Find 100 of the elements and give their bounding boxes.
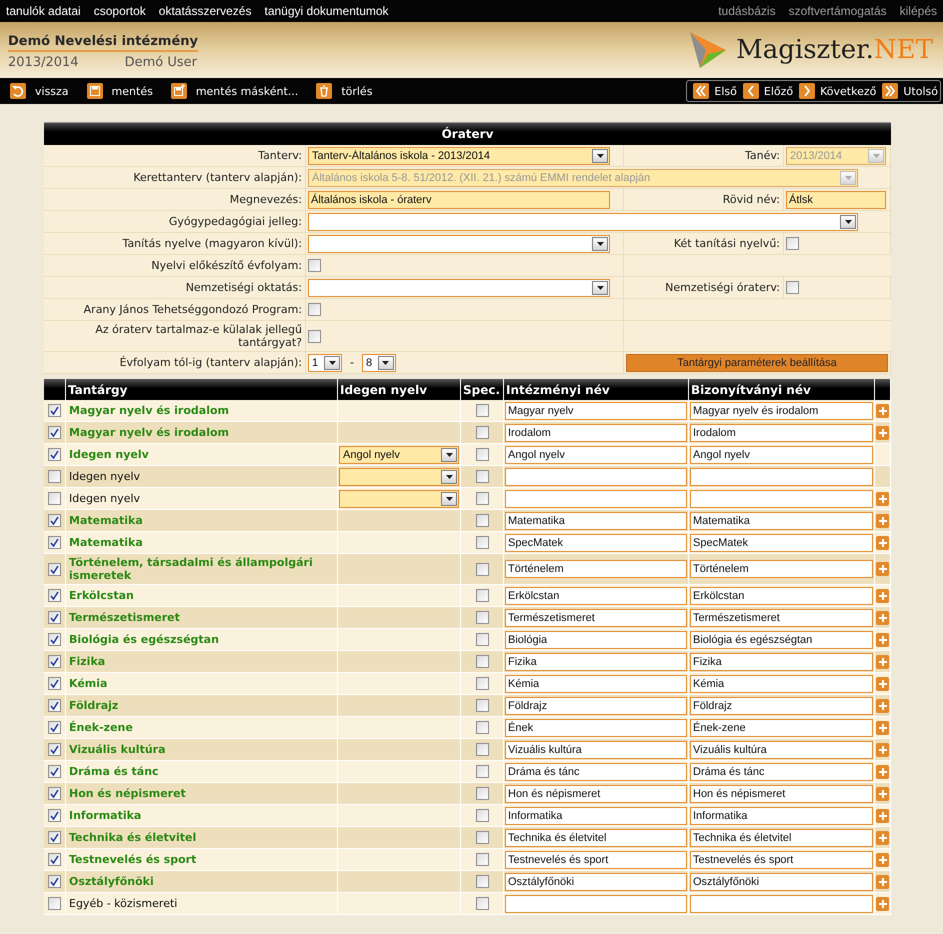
input-field[interactable]: Erkölcstan [690,586,873,604]
checkbox[interactable] [48,492,61,505]
checkbox[interactable] [48,655,61,668]
input-field[interactable]: Általános iskola - óraterv [308,190,610,208]
add-button[interactable] [876,720,889,734]
input-field[interactable]: Természetismeret [690,608,873,626]
checkbox[interactable] [476,721,488,734]
checkbox[interactable] [476,448,488,461]
nav-link[interactable]: oktatásszervezés [158,4,252,18]
input-field[interactable]: Magyar nyelv és irodalom [690,402,873,420]
checkbox[interactable] [786,237,799,250]
checkbox[interactable] [308,303,321,316]
checkbox[interactable] [48,562,61,576]
pager-button[interactable]: Következő [799,83,876,99]
add-button[interactable] [876,698,889,712]
pager-button[interactable]: Utolsó [882,83,938,99]
input-field[interactable] [505,468,687,486]
checkbox[interactable] [476,470,488,483]
checkbox[interactable] [48,448,61,461]
add-button[interactable] [876,654,889,668]
add-button[interactable] [876,896,889,910]
checkbox[interactable] [476,426,488,439]
add-button[interactable] [876,588,889,602]
checkbox[interactable] [476,831,488,844]
checkbox[interactable] [476,677,488,690]
input-field[interactable] [690,468,873,486]
nav-link[interactable]: csoportok [94,4,146,18]
input-field[interactable]: Hon és népismeret [505,784,687,802]
input-field[interactable]: Történelem [505,560,687,578]
input-field[interactable] [505,490,687,508]
input-field[interactable]: Osztályfőnöki [690,872,873,890]
input-field[interactable] [690,490,873,508]
add-button[interactable] [876,852,889,866]
add-button[interactable] [876,610,889,624]
checkbox[interactable] [48,809,61,822]
add-button[interactable] [876,562,889,576]
toolbar-button[interactable]: mentés [86,83,153,99]
nav-link[interactable]: tanügyi dokumentumok [264,4,389,18]
input-field[interactable] [690,894,873,912]
checkbox[interactable] [48,721,61,734]
toolbar-button[interactable]: mentés másként... [170,83,298,99]
pager-button[interactable]: Első [693,83,737,99]
add-button[interactable] [876,764,889,778]
dropdown[interactable] [308,234,610,252]
input-field[interactable]: Magyar nyelv [505,402,687,420]
checkbox[interactable] [476,562,488,576]
checkbox[interactable] [308,330,321,342]
checkbox[interactable] [476,514,488,527]
input-field[interactable]: SpecMatek [505,534,687,552]
checkbox[interactable] [476,492,488,505]
input-field[interactable]: Kémia [690,674,873,692]
pager-button[interactable]: Előző [742,83,794,99]
checkbox[interactable] [48,589,61,602]
checkbox[interactable] [48,426,61,439]
input-field[interactable]: Földrajz [690,696,873,714]
checkbox[interactable] [48,611,61,624]
input-field[interactable]: Irodalom [690,424,873,442]
dropdown[interactable]: Angol nyelv [339,446,459,464]
input-field[interactable]: Testnevelés és sport [690,850,873,868]
toolbar-button[interactable]: törlés [316,83,372,99]
checkbox[interactable] [476,787,488,800]
input-field[interactable]: Kémia [505,674,687,692]
input-field[interactable]: Testnevelés és sport [505,850,687,868]
input-field[interactable]: Vizuális kultúra [505,740,687,758]
dropdown[interactable] [308,212,858,230]
input-field[interactable]: Irodalom [505,424,687,442]
input-field[interactable]: Dráma és tánc [505,762,687,780]
input-field[interactable]: Ének [505,718,687,736]
toolbar-button[interactable]: vissza [10,83,69,99]
checkbox[interactable] [476,699,488,712]
add-button[interactable] [876,514,889,528]
checkbox[interactable] [308,259,321,272]
checkbox[interactable] [476,765,488,778]
input-field[interactable]: Matematika [505,512,687,530]
checkbox[interactable] [48,831,61,844]
checkbox[interactable] [476,633,488,646]
add-button[interactable] [876,786,889,800]
checkbox[interactable] [48,743,61,756]
dropdown[interactable]: 8 [362,354,396,372]
dropdown[interactable]: 1 [308,354,342,372]
input-field[interactable]: Fizika [690,652,873,670]
checkbox[interactable] [48,514,61,527]
nav-link[interactable]: tanulók adatai [6,4,81,18]
input-field[interactable]: Történelem [690,560,873,578]
add-button[interactable] [876,492,889,506]
input-field[interactable]: Angol nyelv [690,446,873,464]
checkbox[interactable] [476,809,488,822]
dropdown[interactable] [339,468,459,486]
checkbox[interactable] [476,655,488,668]
nav-link[interactable]: szoftvertámogatás [788,4,887,18]
checkbox[interactable] [48,875,61,888]
input-field[interactable]: Technika és életvitel [690,828,873,846]
input-field[interactable]: Informatika [690,806,873,824]
nav-link[interactable]: tudásbázis [718,4,776,18]
add-button[interactable] [876,808,889,822]
checkbox[interactable] [48,787,61,800]
checkbox[interactable] [48,853,61,866]
input-field[interactable]: Technika és életvitel [505,828,687,846]
nav-link[interactable]: kilépés [900,4,937,18]
input-field[interactable]: Dráma és tánc [690,762,873,780]
